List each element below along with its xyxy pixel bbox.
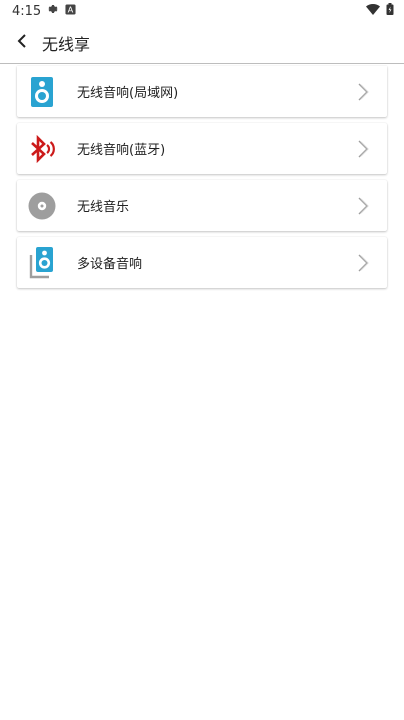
wifi-icon bbox=[366, 3, 380, 19]
list-item-wireless-speaker-bluetooth[interactable]: 无线音响(蓝牙) bbox=[17, 123, 387, 174]
page-title: 无线享 bbox=[42, 34, 91, 54]
multi-speaker-icon bbox=[27, 246, 57, 278]
list-item-label: 无线音响(局域网) bbox=[77, 86, 179, 101]
app-bar: 无线享 bbox=[0, 22, 404, 64]
list-item-wireless-speaker-lan[interactable]: 无线音响(局域网) bbox=[17, 66, 387, 117]
back-button[interactable] bbox=[2, 22, 42, 64]
battery-icon bbox=[386, 3, 394, 19]
chevron-right-icon bbox=[358, 254, 369, 271]
keyboard-a-icon: A bbox=[65, 3, 76, 19]
status-bar: 4:15 A bbox=[0, 0, 404, 22]
list-item-label: 多设备音响 bbox=[77, 257, 143, 272]
disc-icon bbox=[27, 191, 57, 221]
chevron-right-icon bbox=[358, 83, 369, 100]
chevron-left-icon bbox=[17, 33, 27, 52]
chevron-right-icon bbox=[358, 140, 369, 157]
list-item-label: 无线音乐 bbox=[77, 200, 130, 215]
list-item-multi-device-speaker[interactable]: 多设备音响 bbox=[17, 237, 387, 288]
chevron-right-icon bbox=[358, 197, 369, 214]
status-time: 4:15 bbox=[12, 3, 42, 19]
speaker-icon bbox=[27, 76, 57, 107]
svg-text:A: A bbox=[68, 4, 74, 14]
gear-icon bbox=[47, 3, 59, 19]
menu-list: 无线音响(局域网) 无线音响(蓝牙) 无线音乐 多设备音响 bbox=[17, 66, 387, 294]
list-item-label: 无线音响(蓝牙) bbox=[77, 143, 166, 158]
list-item-wireless-music[interactable]: 无线音乐 bbox=[17, 180, 387, 231]
bluetooth-icon bbox=[27, 134, 57, 164]
